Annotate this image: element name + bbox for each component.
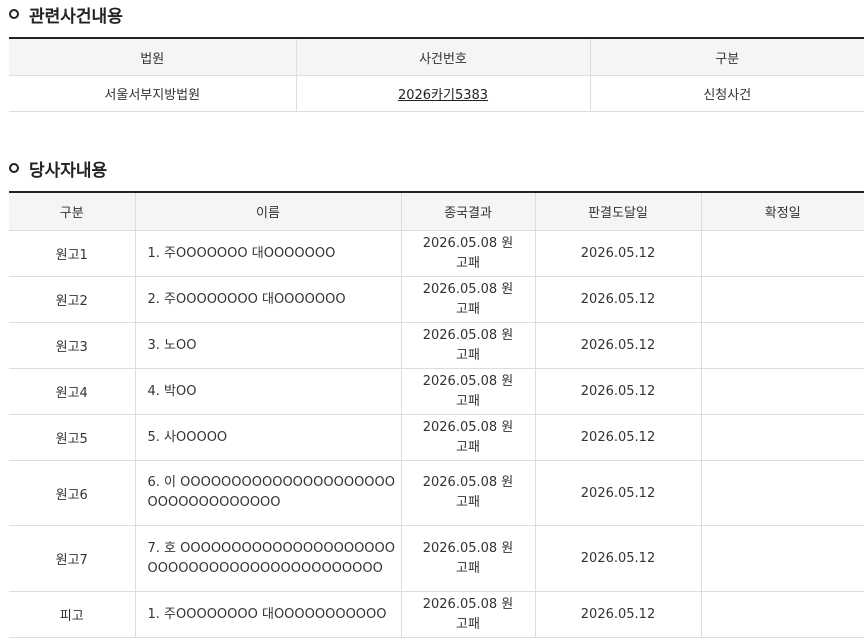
cell-name: 6. 이 OOOOOOOOOOOOOOOOOOOOOOOOOOOOOOOOOO <box>134 460 401 526</box>
cell-name: 4. 박OO <box>134 368 401 415</box>
cell-result: 2026.05.08 원고패 <box>400 276 535 323</box>
cell-result: 2026.05.08 원고패 <box>400 322 535 369</box>
cell-delivered-date: 2026.05.12 <box>534 368 701 415</box>
cell-name: 1. 주OOOOOOOO 대OOOOOOOOOOO <box>134 591 401 638</box>
cell-result: 2026.05.08 원고패 <box>400 230 535 277</box>
related-table-header-row: 법원 사건번호 구분 <box>9 38 864 76</box>
cell-result: 2026.05.08 원고패 <box>400 525 535 592</box>
cell-case-number: 2026카기5383 <box>295 75 590 112</box>
header-type: 구분 <box>589 38 864 76</box>
related-section-title-text: 관련사건내용 <box>29 6 123 27</box>
cell-name: 2. 주OOOOOOOO 대OOOOOOO <box>134 276 401 323</box>
cell-type: 신청사건 <box>589 75 864 112</box>
header-result: 종국결과 <box>400 192 535 231</box>
cell-result: 2026.05.08 원고패 <box>400 414 535 461</box>
cell-result: 2026.05.08 원고패 <box>400 368 535 415</box>
cell-delivered-date: 2026.05.12 <box>534 525 701 592</box>
cell-delivered-date: 2026.05.12 <box>534 276 701 323</box>
cell-role: 원고6 <box>9 460 135 526</box>
table-row: 원고3 3. 노OO 2026.05.08 원고패 2026.05.12 <box>9 322 864 369</box>
header-finalized-date: 확정일 <box>700 192 864 231</box>
cell-finalized-date <box>700 525 864 592</box>
cell-role: 피고 <box>9 591 135 638</box>
table-row: 원고4 4. 박OO 2026.05.08 원고패 2026.05.12 <box>9 368 864 415</box>
table-row: 원고7 7. 호 OOOOOOOOOOOOOOOOOOOOOOOOOOOOOOO… <box>9 525 864 592</box>
party-table-header-row: 구분 이름 종국결과 판결도달일 확정일 <box>9 192 864 231</box>
cell-delivered-date: 2026.05.12 <box>534 322 701 369</box>
table-row: 피고 1. 주OOOOOOOO 대OOOOOOOOOOO 2026.05.08 … <box>9 591 864 638</box>
cell-name: 7. 호 OOOOOOOOOOOOOOOOOOOOOOOOOOOOOOOOOOO… <box>134 525 401 592</box>
cell-finalized-date <box>700 322 864 369</box>
cell-role: 원고5 <box>9 414 135 461</box>
bullet-icon <box>9 163 19 173</box>
cell-role: 원고1 <box>9 230 135 277</box>
party-section-title-text: 당사자내용 <box>29 160 108 181</box>
cell-delivered-date: 2026.05.12 <box>534 591 701 638</box>
cell-result: 2026.05.08 원고패 <box>400 460 535 526</box>
cell-finalized-date <box>700 276 864 323</box>
table-row: 원고5 5. 사OOOOO 2026.05.08 원고패 2026.05.12 <box>9 414 864 461</box>
cell-name: 5. 사OOOOO <box>134 414 401 461</box>
table-row: 서울서부지방법원 2026카기5383 신청사건 <box>9 75 864 112</box>
cell-role: 원고3 <box>9 322 135 369</box>
cell-court: 서울서부지방법원 <box>9 75 296 112</box>
table-row: 원고1 1. 주OOOOOOO 대OOOOOOO 2026.05.08 원고패 … <box>9 230 864 277</box>
cell-finalized-date <box>700 414 864 461</box>
cell-role: 원고4 <box>9 368 135 415</box>
table-row: 원고6 6. 이 OOOOOOOOOOOOOOOOOOOOOOOOOOOOOOO… <box>9 460 864 526</box>
related-case-table: 법원 사건번호 구분 서울서부지방법원 2026카기5383 신청사건 <box>9 37 864 112</box>
cell-role: 원고2 <box>9 276 135 323</box>
cell-result: 2026.05.08 원고패 <box>400 591 535 638</box>
cell-role: 원고7 <box>9 525 135 592</box>
cell-name: 3. 노OO <box>134 322 401 369</box>
bullet-icon <box>9 9 19 19</box>
cell-finalized-date <box>700 591 864 638</box>
header-court: 법원 <box>9 38 296 76</box>
header-case-number: 사건번호 <box>295 38 590 76</box>
cell-finalized-date <box>700 368 864 415</box>
header-delivered-date: 판결도달일 <box>534 192 701 231</box>
cell-delivered-date: 2026.05.12 <box>534 414 701 461</box>
cell-delivered-date: 2026.05.12 <box>534 460 701 526</box>
related-section-title: 관련사건내용 <box>9 2 123 27</box>
cell-delivered-date: 2026.05.12 <box>534 230 701 277</box>
cell-finalized-date <box>700 460 864 526</box>
table-row: 원고2 2. 주OOOOOOOO 대OOOOOOO 2026.05.08 원고패… <box>9 276 864 323</box>
party-section-title: 당사자내용 <box>9 156 108 181</box>
cell-name: 1. 주OOOOOOO 대OOOOOOO <box>134 230 401 277</box>
party-table: 구분 이름 종국결과 판결도달일 확정일 원고1 1. 주OOOOOOO 대OO… <box>9 191 864 638</box>
cell-finalized-date <box>700 230 864 277</box>
header-name: 이름 <box>134 192 401 231</box>
header-role: 구분 <box>9 192 135 231</box>
case-number-link[interactable]: 2026카기5383 <box>398 88 488 103</box>
